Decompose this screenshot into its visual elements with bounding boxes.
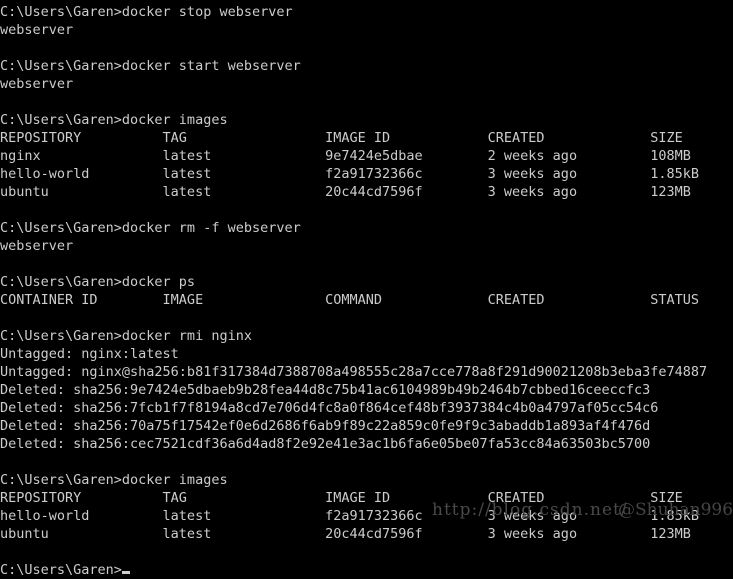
table-row: hello-world latest f2a91732366c 3 weeks … — [0, 508, 699, 524]
terminal-line: webserver — [0, 238, 74, 254]
table-row: hello-world latest f2a91732366c 3 weeks … — [0, 166, 699, 182]
terminal-cursor — [121, 571, 130, 574]
terminal-window[interactable]: C:\Users\Garen>docker stop webserver web… — [0, 0, 733, 578]
table-header-row: CONTAINER ID IMAGE COMMAND CREATED STATU… — [0, 292, 699, 308]
terminal-line: C:\Users\Garen>docker ps — [0, 274, 196, 290]
terminal-line: Deleted: sha256:9e7424e5dbaeb9b28fea44d8… — [0, 382, 651, 398]
table-row: nginx latest 9e7424e5dbae 2 weeks ago 10… — [0, 148, 691, 164]
terminal-line: Untagged: nginx@sha256:b81f317384d738870… — [0, 364, 708, 380]
terminal-line: Deleted: sha256:cec7521cdf36a6d4ad8f2e92… — [0, 436, 651, 452]
terminal-line: Deleted: sha256:70a75f17542ef0e6d2686f6a… — [0, 418, 651, 434]
terminal-line: Untagged: nginx:latest — [0, 346, 179, 362]
terminal-line: webserver — [0, 22, 74, 38]
table-header-row: REPOSITORY TAG IMAGE ID CREATED SIZE — [0, 490, 683, 506]
table-row: ubuntu latest 20c44cd7596f 3 weeks ago 1… — [0, 526, 691, 542]
table-row: ubuntu latest 20c44cd7596f 3 weeks ago 1… — [0, 184, 691, 200]
terminal-line: C:\Users\Garen>docker stop webserver — [0, 4, 293, 20]
prompt-line[interactable]: C:\Users\Garen> — [0, 561, 733, 579]
terminal-line: C:\Users\Garen>docker images — [0, 112, 228, 128]
terminal-line: Deleted: sha256:7fcb1f7f8194a8cd7e706d4f… — [0, 400, 659, 416]
terminal-line: C:\Users\Garen>docker rmi nginx — [0, 328, 252, 344]
terminal-line: webserver — [0, 76, 74, 92]
terminal-line: C:\Users\Garen>docker images — [0, 472, 228, 488]
terminal-line: C:\Users\Garen>docker rm -f webserver — [0, 220, 301, 236]
table-header-row: REPOSITORY TAG IMAGE ID CREATED SIZE — [0, 130, 683, 146]
prompt-text: C:\Users\Garen> — [0, 562, 122, 578]
terminal-line: C:\Users\Garen>docker start webserver — [0, 58, 301, 74]
